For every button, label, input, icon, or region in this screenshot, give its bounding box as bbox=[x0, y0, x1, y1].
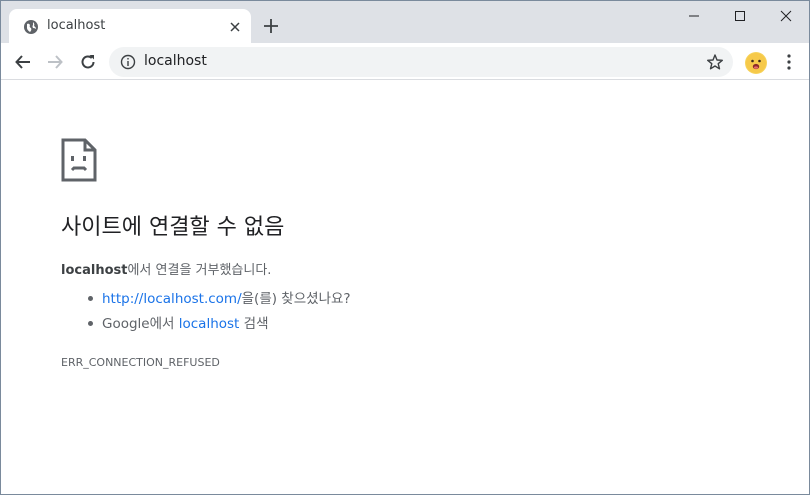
arrow-right-icon[interactable] bbox=[43, 50, 67, 74]
suggestion-list: http://localhost.com/을(를) 찾으셨나요? Google에… bbox=[61, 289, 351, 339]
suggestion-text: 을(를) 찾으셨나요? bbox=[241, 291, 351, 307]
star-icon[interactable] bbox=[706, 53, 724, 71]
error-description: localhost에서 연결을 거부했습니다. bbox=[61, 259, 271, 278]
address-text: localhost bbox=[144, 53, 207, 69]
suggestion-suffix: 검색 bbox=[239, 316, 269, 332]
window-close-icon[interactable] bbox=[763, 1, 809, 31]
error-page: 사이트에 연결할 수 없음 localhost에서 연결을 거부했습니다. ht… bbox=[1, 81, 809, 494]
close-icon[interactable] bbox=[227, 19, 243, 35]
kebab-menu-icon[interactable] bbox=[779, 52, 799, 72]
reload-icon[interactable] bbox=[76, 50, 100, 74]
error-description-text: 에서 연결을 거부했습니다. bbox=[127, 263, 272, 278]
globe-icon bbox=[23, 19, 39, 35]
toolbar: localhost bbox=[1, 43, 809, 80]
tab-strip: localhost bbox=[1, 1, 809, 43]
maximize-icon[interactable] bbox=[717, 1, 763, 31]
tab-localhost[interactable]: localhost bbox=[9, 9, 251, 43]
minimize-icon[interactable] bbox=[671, 1, 717, 31]
suggestion-prefix: Google에서 bbox=[102, 316, 179, 332]
sad-page-icon bbox=[61, 138, 97, 182]
browser-window: localhost localhost 사이트에 연결할 수 없음 localh… bbox=[0, 0, 810, 495]
address-bar[interactable]: localhost bbox=[109, 47, 733, 77]
google-search-link[interactable]: localhost bbox=[179, 316, 240, 332]
suggestion-item-did-you-mean: http://localhost.com/을(를) 찾으셨나요? bbox=[61, 289, 351, 314]
emoji-avatar-icon[interactable] bbox=[745, 52, 767, 74]
tab-title: localhost bbox=[47, 18, 106, 33]
error-title: 사이트에 연결할 수 없음 bbox=[61, 215, 285, 240]
error-host: localhost bbox=[61, 263, 128, 278]
plus-icon[interactable] bbox=[261, 16, 281, 36]
info-icon[interactable] bbox=[120, 54, 136, 70]
suggestion-item-google-search: Google에서 localhost 검색 bbox=[61, 314, 351, 339]
arrow-left-icon[interactable] bbox=[11, 50, 35, 74]
error-code: ERR_CONNECTION_REFUSED bbox=[61, 356, 220, 369]
suggested-url-link[interactable]: http://localhost.com/ bbox=[102, 291, 242, 307]
